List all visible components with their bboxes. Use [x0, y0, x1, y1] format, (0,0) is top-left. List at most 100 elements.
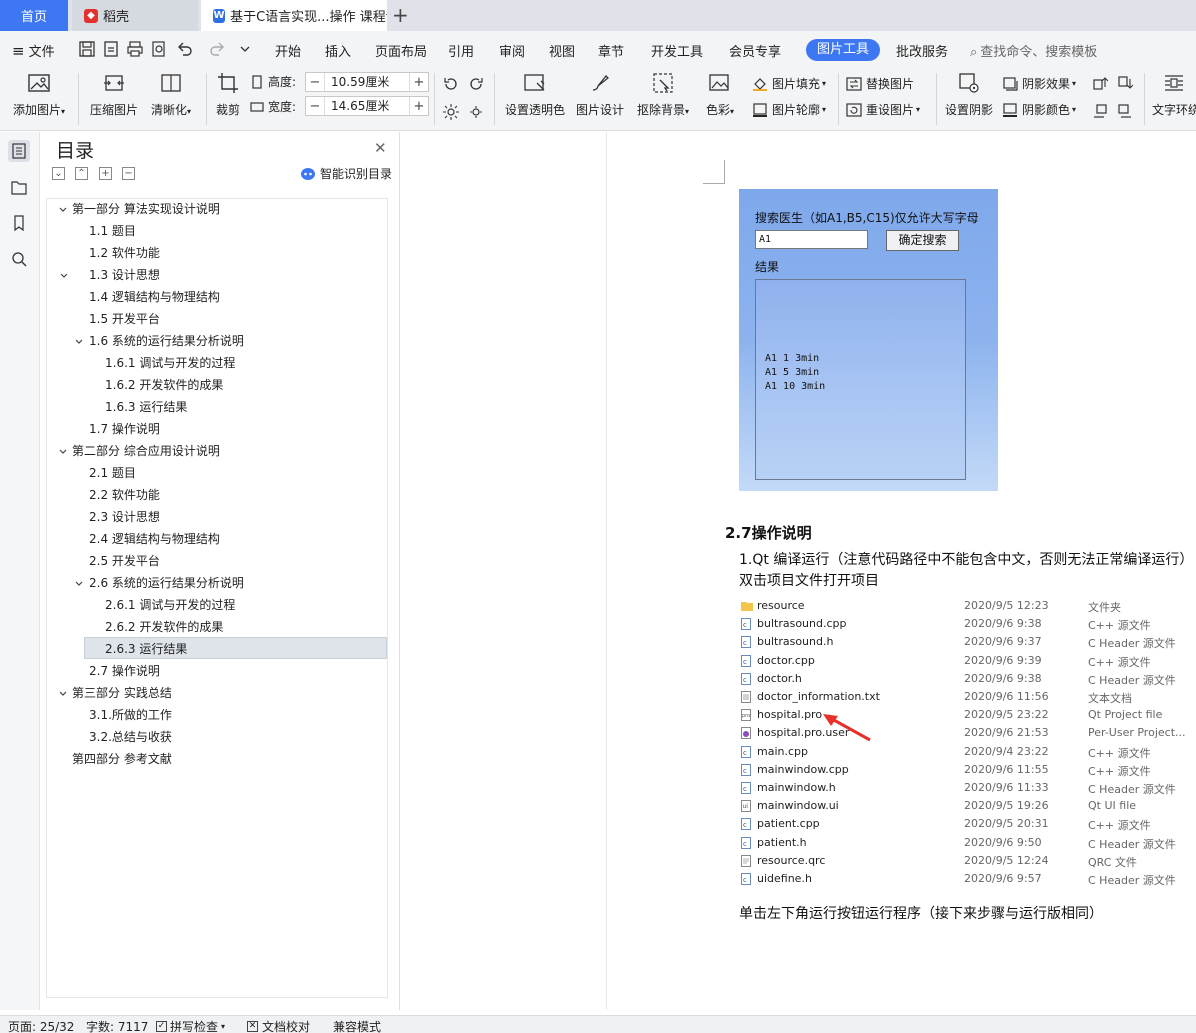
file-row[interactable]: hospital.pro.user 2020/9/6 21:53 Per-User …	[738, 724, 1188, 742]
customize-toolbar-icon[interactable]	[236, 40, 254, 58]
toc-item-2-6-1[interactable]: 2.6.1 调试与开发的过程	[105, 594, 235, 616]
toc-item-2-6[interactable]: 2.6 系统的运行结果分析说明	[89, 572, 244, 594]
toc-item-2-6-3-selected[interactable]: 2.6.3 运行结果	[84, 637, 387, 659]
rotate-left-icon[interactable]	[442, 75, 460, 93]
replace-picture-button[interactable]: 替换图片	[846, 75, 914, 92]
close-icon[interactable]: ✕	[374, 139, 387, 157]
width-stepper[interactable]: − 14.65厘米 +	[305, 96, 429, 116]
tab-document[interactable]: W 基于C语言实现...操作 课程论文	[201, 0, 387, 31]
shadow-left-icon[interactable]	[1092, 103, 1108, 119]
text-wrap-button[interactable]: 文字环绕	[1152, 71, 1196, 118]
shadow-right-icon[interactable]	[1117, 103, 1133, 119]
file-menu[interactable]: ≡ 文件	[12, 41, 55, 61]
save-icon[interactable]	[78, 40, 96, 58]
menu-view[interactable]: 视图	[549, 41, 575, 60]
print-icon[interactable]	[126, 40, 144, 58]
height-stepper[interactable]: − 10.59厘米 +	[305, 72, 429, 92]
smart-toc-button[interactable]: 智能识别目录	[300, 165, 392, 182]
chevron-down-icon[interactable]	[74, 337, 84, 347]
toc-item-part1[interactable]: 第一部分 算法实现设计说明	[72, 198, 220, 220]
height-increase-button[interactable]: +	[410, 75, 428, 90]
proofread-button[interactable]: ✕ 文档校对	[247, 1018, 310, 1033]
chevron-down-icon[interactable]	[74, 579, 84, 589]
toc-item-3-2[interactable]: 3.2.总结与收获	[89, 726, 172, 748]
toc-item-1-3[interactable]: 1.3 设计思想	[89, 264, 160, 286]
expand-all-icon[interactable]: ⌃	[75, 167, 88, 180]
menu-member[interactable]: 会员专享	[729, 41, 781, 60]
chevron-down-icon[interactable]	[58, 689, 68, 699]
reset-picture-button[interactable]: 重设图片 ▾	[846, 101, 920, 118]
toc-item-1-6-1[interactable]: 1.6.1 调试与开发的过程	[105, 352, 235, 374]
toc-item-1-6-2[interactable]: 1.6.2 开发软件的成果	[105, 374, 223, 396]
toc-item-1-7[interactable]: 1.7 操作说明	[89, 418, 160, 440]
chevron-down-icon[interactable]	[59, 271, 69, 281]
picture-fill-button[interactable]: 图片填充 ▾	[752, 75, 826, 92]
file-row[interactable]: resource.qrc 2020/9/5 12:24 QRC 文件	[738, 852, 1188, 870]
file-row[interactable]: ui mainwindow.ui 2020/9/5 19:26 Qt UI file	[738, 797, 1188, 815]
file-explorer-screenshot[interactable]: resource 2020/9/5 12:23 文件夹 c bultrasound.cp…	[738, 597, 1188, 889]
shadow-effect-button[interactable]: 阴影效果 ▾	[1002, 75, 1076, 92]
menu-chapter[interactable]: 章节	[598, 41, 624, 60]
file-row[interactable]: doctor_information.txt 2020/9/6 11:56 文本文档	[738, 688, 1188, 706]
toc-item-2-7[interactable]: 2.7 操作说明	[89, 660, 160, 682]
height-decrease-button[interactable]: −	[306, 75, 324, 90]
file-row[interactable]: c patient.h 2020/9/6 9:50 C Header 源文件	[738, 834, 1188, 852]
file-row[interactable]: c bultrasound.cpp 2020/9/6 9:38 C++ 源文件	[738, 615, 1188, 633]
crop-button[interactable]: 裁剪	[212, 71, 244, 118]
new-tab-button[interactable]: +	[392, 4, 409, 26]
export-pdf-icon[interactable]	[102, 40, 120, 58]
file-row[interactable]: c patient.cpp 2020/9/5 20:31 C++ 源文件	[738, 815, 1188, 833]
width-increase-button[interactable]: +	[410, 99, 428, 114]
file-row[interactable]: c doctor.cpp 2020/9/6 9:39 C++ 源文件	[738, 652, 1188, 670]
color-button[interactable]: 色彩▾	[700, 71, 740, 118]
spell-check-button[interactable]: ✓ 拼写检查 ▾	[156, 1018, 225, 1033]
toc-item-2-3[interactable]: 2.3 设计思想	[89, 506, 160, 528]
collapse-all-icon[interactable]: ⌄	[52, 167, 65, 180]
menu-developer[interactable]: 开发工具	[651, 41, 703, 60]
add-heading-icon[interactable]: +	[99, 167, 112, 180]
width-decrease-button[interactable]: −	[306, 99, 324, 114]
file-row[interactable]: c uidefine.h 2020/9/6 9:57 C Header 源文件	[738, 870, 1188, 888]
toc-item-1-5[interactable]: 1.5 开发平台	[89, 308, 160, 330]
toc-item-part2[interactable]: 第二部分 综合应用设计说明	[72, 440, 220, 462]
file-row[interactable]: resource 2020/9/5 12:23 文件夹	[738, 597, 1188, 615]
undo-icon[interactable]	[176, 40, 194, 58]
toc-item-2-1[interactable]: 2.1 题目	[89, 462, 136, 484]
find-button[interactable]	[8, 248, 30, 270]
print-preview-icon[interactable]	[150, 40, 168, 58]
file-row[interactable]: c mainwindow.h 2020/9/6 11:33 C Header 源文件	[738, 779, 1188, 797]
chapter-nav-button[interactable]	[8, 176, 30, 198]
chevron-down-icon[interactable]	[58, 205, 68, 215]
toc-item-2-4[interactable]: 2.4 逻辑结构与物理结构	[89, 528, 220, 550]
brightness-up-icon[interactable]	[442, 103, 460, 121]
tab-home[interactable]: 首页	[0, 0, 68, 31]
brightness-down-icon[interactable]	[467, 103, 485, 121]
chevron-down-icon[interactable]	[58, 447, 68, 457]
shadow-up-icon[interactable]	[1092, 75, 1108, 91]
set-transparent-button[interactable]: 设置透明色	[502, 71, 568, 118]
toc-item-1-2[interactable]: 1.2 软件功能	[89, 242, 160, 264]
set-shadow-button[interactable]: 设置阴影	[942, 71, 996, 118]
toc-item-1-4[interactable]: 1.4 逻辑结构与物理结构	[89, 286, 220, 308]
page-count[interactable]: 页面: 25/32	[8, 1018, 74, 1033]
file-row[interactable]: c main.cpp 2020/9/4 23:22 C++ 源文件	[738, 743, 1188, 761]
shadow-down-icon[interactable]	[1117, 75, 1133, 91]
toc-item-1-6[interactable]: 1.6 系统的运行结果分析说明	[89, 330, 244, 352]
menu-review[interactable]: 审阅	[499, 41, 525, 60]
file-row[interactable]: c bultrasound.h 2020/9/6 9:37 C Header 源文件	[738, 633, 1188, 651]
shadow-color-button[interactable]: 阴影颜色 ▾	[1002, 101, 1076, 118]
file-row[interactable]: c mainwindow.cpp 2020/9/6 11:55 C++ 源文件	[738, 761, 1188, 779]
toc-item-part3[interactable]: 第三部分 实践总结	[72, 682, 172, 704]
file-row[interactable]: pro hospital.pro 2020/9/5 23:22 Qt Project …	[738, 706, 1188, 724]
clarify-button[interactable]: 清晰化▾	[146, 71, 196, 118]
redo-icon[interactable]	[208, 40, 226, 58]
tab-daoke[interactable]: ◆ 稻壳	[72, 0, 198, 31]
menu-page-layout[interactable]: 页面布局	[375, 41, 427, 60]
menu-picture-tools[interactable]: 图片工具	[806, 39, 880, 61]
toc-item-1-6-3[interactable]: 1.6.3 运行结果	[105, 396, 187, 418]
menu-review-service[interactable]: 批改服务	[896, 41, 948, 60]
embedded-app-screenshot[interactable]: 搜索医生（如A1,B5,C15)仅允许大写字母 A1 确定搜索 结果 A1 1 …	[739, 189, 998, 491]
height-value[interactable]: 10.59厘米	[324, 73, 410, 91]
remove-background-button[interactable]: 抠除背景▾	[632, 71, 694, 118]
toc-item-2-6-2[interactable]: 2.6.2 开发软件的成果	[105, 616, 223, 638]
